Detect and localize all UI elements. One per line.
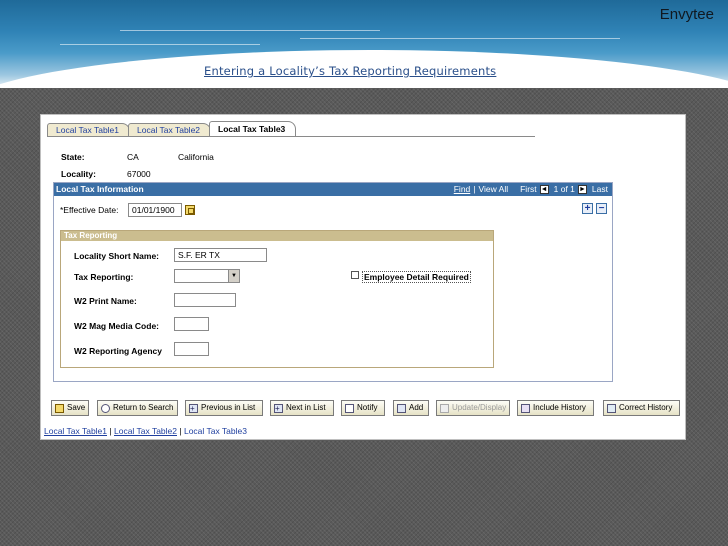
first-link[interactable]: First <box>520 183 537 196</box>
previous-in-list-button[interactable]: Previous in List <box>185 400 263 416</box>
footer-link-local-tax-table1[interactable]: Local Tax Table1 <box>44 426 107 436</box>
state-label: State: <box>61 152 85 162</box>
tab-local-tax-table3[interactable]: Local Tax Table3 <box>209 121 297 137</box>
effective-date-input[interactable]: 01/01/1900 <box>128 203 182 217</box>
next-in-list-label: Next in List <box>286 403 326 412</box>
search-icon <box>101 403 110 413</box>
tax-reporting-label: Tax Reporting: <box>74 272 134 282</box>
section-title: Local Tax Information <box>56 184 144 194</box>
save-button[interactable]: Save <box>51 400 89 416</box>
locality-short-name-label: Locality Short Name: <box>74 251 160 261</box>
slide-title: Entering a Locality’s Tax Reporting Requ… <box>204 64 497 78</box>
add-label: Add <box>409 403 424 412</box>
next-row-icon[interactable]: ► <box>577 185 587 194</box>
previous-in-list-label: Previous in List <box>201 403 256 412</box>
footer-separator: | <box>179 426 182 436</box>
calendar-icon[interactable] <box>185 205 195 215</box>
w2-print-name-label: W2 Print Name: <box>74 296 137 306</box>
correct-history-icon <box>607 403 616 413</box>
locality-label: Locality: <box>61 169 96 179</box>
notify-icon <box>345 403 354 413</box>
correct-history-label: Correct History <box>619 403 673 412</box>
correct-history-button[interactable]: Correct History <box>603 400 680 416</box>
return-to-search-button[interactable]: Return to Search <box>97 400 178 416</box>
tab-local-tax-table1[interactable]: Local Tax Table1 <box>47 123 131 137</box>
nav-separator: | <box>473 184 476 194</box>
state-code: CA <box>127 152 139 162</box>
tab-local-tax-table2[interactable]: Local Tax Table2 <box>128 123 212 137</box>
header-streak <box>60 44 260 45</box>
next-in-list-button[interactable]: Next in List <box>270 400 334 416</box>
tax-reporting-select[interactable]: ▼ <box>174 269 240 283</box>
next-in-list-icon <box>274 402 283 416</box>
page-links: Local Tax Table1 | Local Tax Table2 | Lo… <box>44 426 247 436</box>
header-streak <box>300 38 620 39</box>
find-link[interactable]: Find <box>454 183 471 196</box>
w2-mag-media-code-label: W2 Mag Media Code: <box>74 321 160 331</box>
header-streak <box>120 30 380 31</box>
delete-row-button[interactable]: − <box>596 203 607 214</box>
tab-strip: Local Tax Table1 Local Tax Table2 Local … <box>47 121 297 137</box>
row-counter: 1 of 1 <box>553 184 575 194</box>
effective-date-label: *Effective Date: <box>60 205 119 215</box>
save-icon <box>55 403 64 413</box>
w2-reporting-agency-label: W2 Reporting Agency <box>74 346 162 356</box>
add-icon <box>397 403 406 413</box>
section-header: Local Tax Information Find | View All Fi… <box>54 183 612 196</box>
last-link[interactable]: Last <box>592 183 608 196</box>
w2-reporting-agency-input[interactable] <box>174 342 209 356</box>
employee-detail-checkbox[interactable] <box>351 271 359 279</box>
include-history-label: Include History <box>533 403 586 412</box>
locality-value: 67000 <box>127 169 151 179</box>
brand-name: Envytee <box>659 6 714 23</box>
tax-reporting-header: Tax Reporting <box>61 231 493 241</box>
update-display-label: Update/Display <box>452 403 507 412</box>
view-all-link[interactable]: View All <box>479 183 509 196</box>
chevron-down-icon[interactable]: ▼ <box>228 270 239 282</box>
footer-separator: | <box>109 426 112 436</box>
peoplesoft-panel: Local Tax Table1 Local Tax Table2 Local … <box>40 114 686 440</box>
row-navigation: Find | View All First ◄ 1 of 1 ► Last <box>451 183 608 196</box>
footer-current-page: Local Tax Table3 <box>183 426 247 436</box>
add-row-button[interactable]: + <box>582 203 593 214</box>
state-name: California <box>178 152 214 162</box>
notify-label: Notify <box>357 403 378 412</box>
save-label: Save <box>67 403 86 412</box>
w2-print-name-input[interactable] <box>174 293 236 307</box>
include-history-button[interactable]: Include History <box>517 400 594 416</box>
local-tax-information-section: Local Tax Information Find | View All Fi… <box>53 182 613 382</box>
notify-button[interactable]: Notify <box>341 400 385 416</box>
tab-underline <box>47 136 535 137</box>
include-history-icon <box>521 403 530 413</box>
footer-link-local-tax-table2[interactable]: Local Tax Table2 <box>114 426 177 436</box>
w2-mag-media-code-input[interactable] <box>174 317 209 331</box>
update-display-button[interactable]: Update/Display <box>436 400 510 416</box>
tax-reporting-group: Tax Reporting Locality Short Name: S.F. … <box>60 230 494 368</box>
employee-detail-label[interactable]: Employee Detail Required <box>362 271 471 283</box>
add-button[interactable]: Add <box>393 400 429 416</box>
locality-short-name-input[interactable]: S.F. ER TX <box>174 248 267 262</box>
previous-row-icon[interactable]: ◄ <box>539 185 549 194</box>
update-display-icon <box>440 403 449 413</box>
return-to-search-label: Return to Search <box>113 403 174 412</box>
previous-in-list-icon <box>189 402 198 416</box>
